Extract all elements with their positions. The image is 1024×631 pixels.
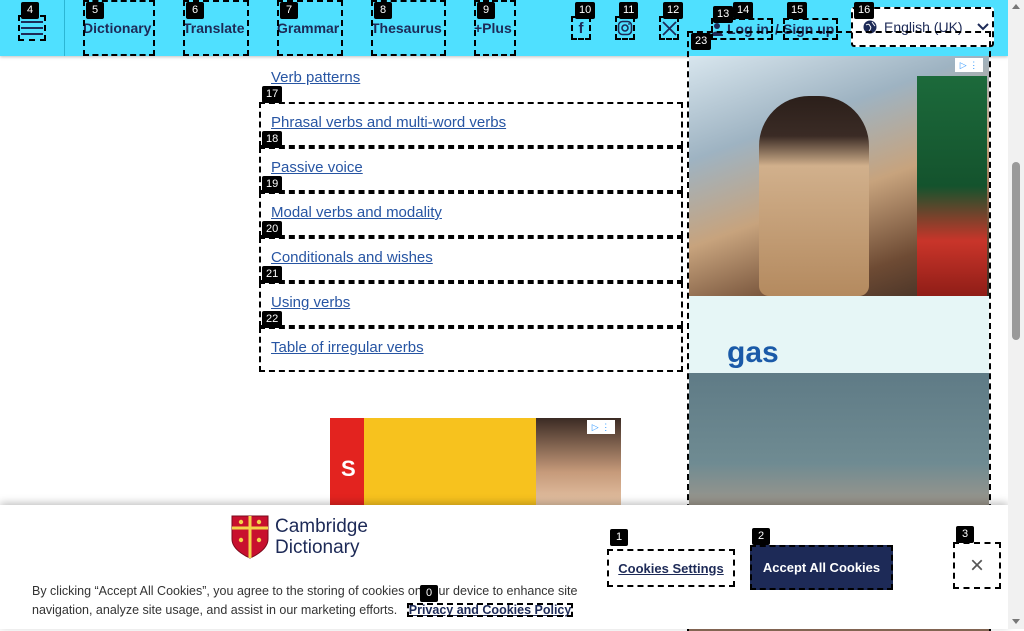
adchoices-icon[interactable]: ▷ ⋮ <box>955 58 983 72</box>
annotation-badge: 20 <box>262 221 283 238</box>
cambridge-dictionary-logo: Cambridge Dictionary <box>231 515 368 559</box>
nav-grammar-label: Grammar <box>277 20 340 36</box>
annotation-badge: 5 <box>86 2 104 19</box>
annotation-badge: 4 <box>21 2 39 19</box>
nav-translate-label: Translate <box>183 20 245 36</box>
list-item: Table of irregular verbs <box>259 327 683 372</box>
ad-yellow-panel <box>364 418 536 508</box>
privacy-policy-link[interactable]: Privacy and Cookies Policy <box>406 603 574 617</box>
scrollbar-thumb[interactable] <box>1012 162 1020 340</box>
grammar-link-conditionals[interactable]: Conditionals and wishes <box>271 249 433 266</box>
ad-fuel-photo: ▷ ⋮ <box>689 56 989 296</box>
annotation-badge: 2 <box>752 528 770 545</box>
annotation-badge: 9 <box>477 2 495 19</box>
ad-brand-word: gas <box>727 336 779 369</box>
annotation-badge: 0 <box>420 585 438 602</box>
annotation-badge: 14 <box>733 2 754 19</box>
annotation-badge: 22 <box>262 311 283 328</box>
scroll-up-arrow-icon[interactable] <box>1012 4 1020 9</box>
annotation-badge: 15 <box>787 2 808 19</box>
logo-line-cambridge: Cambridge <box>275 516 368 537</box>
annotation-badge: 21 <box>262 266 283 283</box>
scroll-down-arrow-icon[interactable] <box>1012 619 1020 624</box>
accept-all-cookies-label: Accept All Cookies <box>762 560 881 575</box>
annotation-badge: 17 <box>262 86 283 103</box>
instagram-icon[interactable] <box>615 16 635 40</box>
annotation-badge: 7 <box>280 2 298 19</box>
annotation-badge: 16 <box>854 2 875 19</box>
list-item: Passive voice <box>259 147 683 192</box>
grammar-link-modal-verbs[interactable]: Modal verbs and modality <box>271 204 442 221</box>
annotation-badge: 23 <box>691 33 712 50</box>
list-item: Conditionals and wishes <box>259 237 683 282</box>
annotation-badge: 1 <box>610 529 628 546</box>
chevron-down-icon <box>976 23 989 31</box>
ad-logo-icon: S <box>341 456 356 481</box>
grammar-link-verb-patterns[interactable]: Verb patterns <box>271 69 360 86</box>
close-symbol: × <box>969 551 984 579</box>
annotation-badge: 12 <box>663 2 684 19</box>
annotation-badge: 11 <box>619 2 639 19</box>
grammar-link-using-verbs[interactable]: Using verbs <box>271 294 350 311</box>
ad-person-shape <box>759 96 869 296</box>
x-twitter-icon[interactable] <box>659 16 679 40</box>
grammar-link-phrasal-verbs[interactable]: Phrasal verbs and multi-word verbs <box>271 114 506 131</box>
annotation-badge: 8 <box>374 2 392 19</box>
cookie-consent-banner: Cambridge Dictionary By clicking “Accept… <box>0 505 1008 629</box>
annotation-badge: 13 <box>713 6 734 23</box>
nav-plus-label: +Plus <box>474 20 512 36</box>
logo-line-dictionary: Dictionary <box>275 537 360 558</box>
annotation-badge: 10 <box>575 2 596 19</box>
nav-thesaurus-label: Thesaurus <box>371 20 442 36</box>
accept-all-cookies-button[interactable]: Accept All Cookies <box>750 545 893 590</box>
cookies-settings-label: Cookies Settings <box>618 560 724 576</box>
list-item: Modal verbs and modality <box>259 192 683 237</box>
list-item: Using verbs <box>259 282 683 327</box>
cookies-settings-button[interactable]: Cookies Settings <box>607 549 735 587</box>
facebook-icon[interactable]: f <box>571 16 591 40</box>
grammar-link-list: Verb patterns Phrasal verbs and multi-wo… <box>259 57 683 372</box>
banner-advertisement[interactable]: S ▷ ⋮ <box>321 418 621 508</box>
ad-fuel-pump-shape <box>917 76 987 296</box>
grammar-link-irregular-verbs[interactable]: Table of irregular verbs <box>271 339 424 356</box>
annotation-badge: 19 <box>262 176 283 193</box>
grammar-link-passive-voice[interactable]: Passive voice <box>271 159 363 176</box>
list-item: Phrasal verbs and multi-word verbs <box>259 102 683 147</box>
list-item: Verb patterns <box>259 57 683 102</box>
cambridge-crest-icon <box>231 515 269 559</box>
annotation-badge: 3 <box>956 526 974 543</box>
cookie-notice-text: By clicking “Accept All Cookies”, you ag… <box>32 582 632 620</box>
nav-dictionary-label: Dictionary <box>83 20 152 36</box>
header-divider <box>64 0 65 56</box>
close-icon[interactable]: × <box>953 542 1001 589</box>
adchoices-icon[interactable]: ▷ ⋮ <box>587 420 615 434</box>
annotation-badge: 6 <box>186 2 204 19</box>
ad-brand-panel: gas <box>689 296 989 373</box>
annotation-badge: 18 <box>262 131 283 148</box>
page-scrollbar[interactable] <box>1008 0 1024 629</box>
